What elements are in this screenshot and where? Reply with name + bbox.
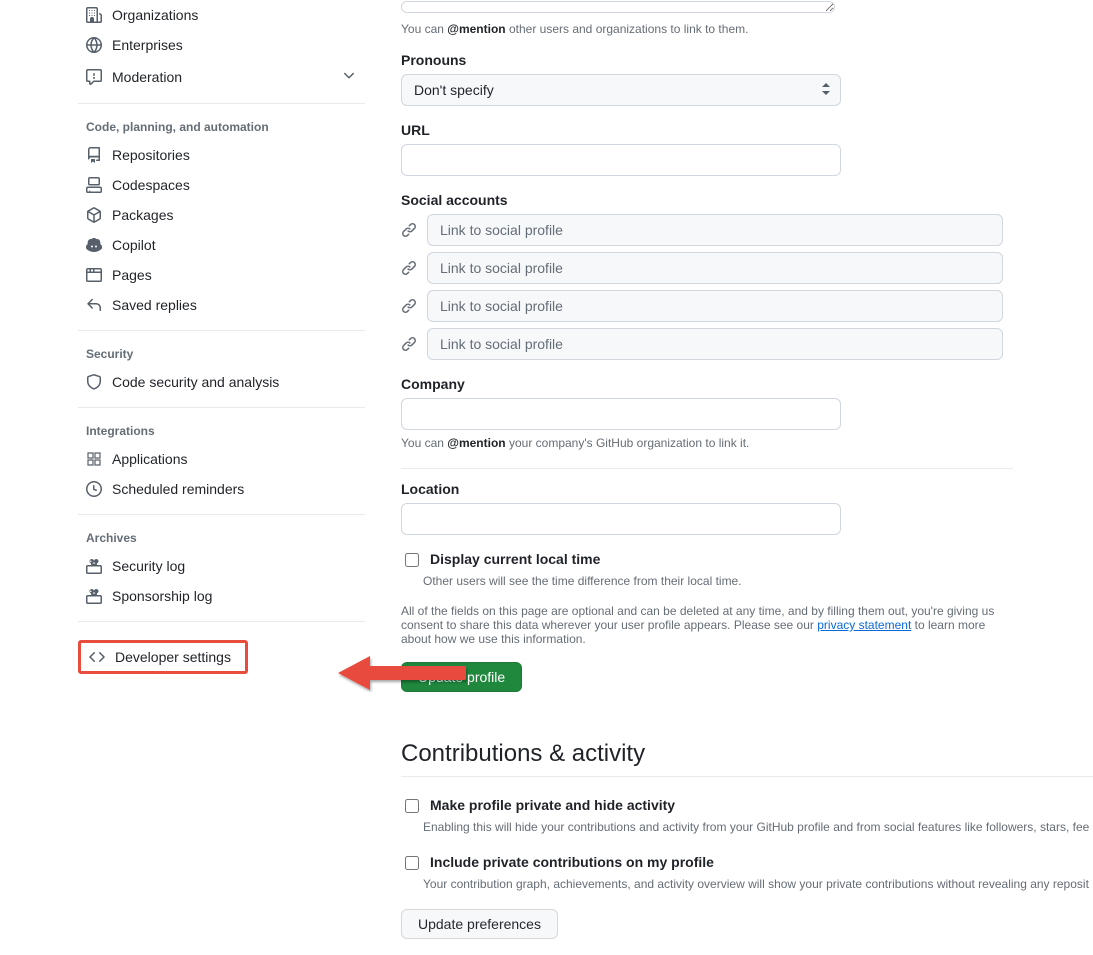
social-input-4[interactable] bbox=[427, 328, 1003, 360]
sidebar-item-developer-settings[interactable]: Developer settings bbox=[81, 643, 245, 671]
location-input[interactable] bbox=[401, 503, 841, 535]
sidebar-item-label: Applications bbox=[112, 451, 188, 467]
section-title-archives: Archives bbox=[78, 523, 365, 551]
company-label: Company bbox=[401, 376, 1093, 392]
bio-textarea[interactable] bbox=[401, 1, 835, 13]
divider bbox=[78, 330, 365, 331]
link-icon bbox=[401, 298, 417, 314]
divider bbox=[78, 514, 365, 515]
sidebar-item-security-log[interactable]: Security log bbox=[78, 551, 365, 581]
package-icon bbox=[86, 207, 102, 223]
social-input-1[interactable] bbox=[427, 214, 1003, 246]
private-profile-desc: Enabling this will hide your contributio… bbox=[423, 820, 1093, 834]
update-profile-button[interactable]: Update profile bbox=[401, 662, 522, 692]
sidebar-item-codespaces[interactable]: Codespaces bbox=[78, 170, 365, 200]
link-icon bbox=[401, 336, 417, 352]
section-title-security: Security bbox=[78, 339, 365, 367]
profile-form: You can @mention other users and organiz… bbox=[365, 0, 1093, 955]
url-label: URL bbox=[401, 122, 1093, 138]
sidebar-item-moderation[interactable]: Moderation bbox=[78, 60, 365, 93]
private-contrib-checkbox[interactable] bbox=[405, 856, 419, 870]
private-contrib-desc: Your contribution graph, achievements, a… bbox=[423, 877, 1093, 891]
sidebar-item-label: Enterprises bbox=[112, 37, 183, 53]
highlight-box: Developer settings bbox=[78, 640, 248, 674]
divider bbox=[401, 468, 1013, 469]
sidebar-item-label: Security log bbox=[112, 558, 185, 574]
social-row bbox=[401, 252, 1007, 284]
report-icon bbox=[86, 69, 102, 85]
log-icon bbox=[86, 558, 102, 574]
private-contrib-label: Include private contributions on my prof… bbox=[430, 854, 714, 870]
log-icon bbox=[86, 588, 102, 604]
divider bbox=[78, 103, 365, 104]
sidebar-item-label: Saved replies bbox=[112, 297, 197, 313]
reply-icon bbox=[86, 297, 102, 313]
localtime-desc: Other users will see the time difference… bbox=[423, 574, 1093, 588]
sidebar-item-label: Pages bbox=[112, 267, 152, 283]
private-profile-label: Make profile private and hide activity bbox=[430, 797, 675, 813]
sidebar-item-label: Repositories bbox=[112, 147, 190, 163]
settings-sidebar: Organizations Enterprises Moderation Cod… bbox=[0, 0, 365, 955]
pronouns-select[interactable]: Don't specify bbox=[401, 74, 841, 106]
link-icon bbox=[401, 260, 417, 276]
bio-note: You can @mention other users and organiz… bbox=[401, 22, 1093, 36]
company-input[interactable] bbox=[401, 398, 841, 430]
code-icon bbox=[89, 649, 105, 665]
social-row bbox=[401, 328, 1007, 360]
browser-icon bbox=[86, 267, 102, 283]
social-row bbox=[401, 214, 1007, 246]
localtime-label: Display current local time bbox=[430, 551, 600, 567]
privacy-link[interactable]: privacy statement bbox=[817, 618, 911, 632]
update-preferences-button[interactable]: Update preferences bbox=[401, 909, 558, 939]
sidebar-item-sponsorship-log[interactable]: Sponsorship log bbox=[78, 581, 365, 611]
private-profile-checkbox[interactable] bbox=[405, 799, 419, 813]
sidebar-item-label: Moderation bbox=[112, 69, 182, 85]
organization-icon bbox=[86, 7, 102, 23]
sidebar-item-label: Codespaces bbox=[112, 177, 190, 193]
link-icon bbox=[401, 222, 417, 238]
chevron-down-icon bbox=[341, 67, 357, 86]
localtime-checkbox[interactable] bbox=[405, 553, 419, 567]
location-label: Location bbox=[401, 481, 1093, 497]
url-input[interactable] bbox=[401, 144, 841, 176]
contributions-heading: Contributions & activity bbox=[401, 740, 1093, 777]
disclosure-text: All of the fields on this page are optio… bbox=[401, 604, 1006, 646]
sidebar-item-pages[interactable]: Pages bbox=[78, 260, 365, 290]
pronouns-label: Pronouns bbox=[401, 52, 1093, 68]
sidebar-item-label: Sponsorship log bbox=[112, 588, 212, 604]
shield-icon bbox=[86, 374, 102, 390]
sidebar-item-repositories[interactable]: Repositories bbox=[78, 140, 365, 170]
social-input-2[interactable] bbox=[427, 252, 1003, 284]
sidebar-item-applications[interactable]: Applications bbox=[78, 444, 365, 474]
social-input-3[interactable] bbox=[427, 290, 1003, 322]
section-title-code: Code, planning, and automation bbox=[78, 112, 365, 140]
repo-icon bbox=[86, 147, 102, 163]
sidebar-item-label: Copilot bbox=[112, 237, 156, 253]
sidebar-item-label: Packages bbox=[112, 207, 173, 223]
apps-icon bbox=[86, 451, 102, 467]
sidebar-item-label: Developer settings bbox=[115, 649, 231, 665]
copilot-icon bbox=[86, 237, 102, 253]
social-row bbox=[401, 290, 1007, 322]
sidebar-item-copilot[interactable]: Copilot bbox=[78, 230, 365, 260]
section-title-integrations: Integrations bbox=[78, 416, 365, 444]
codespaces-icon bbox=[86, 177, 102, 193]
globe-icon bbox=[86, 37, 102, 53]
sidebar-item-packages[interactable]: Packages bbox=[78, 200, 365, 230]
sidebar-item-label: Organizations bbox=[112, 7, 198, 23]
social-label: Social accounts bbox=[401, 192, 1007, 208]
clock-icon bbox=[86, 481, 102, 497]
sidebar-item-enterprises[interactable]: Enterprises bbox=[78, 30, 365, 60]
divider bbox=[78, 621, 365, 622]
sidebar-item-label: Scheduled reminders bbox=[112, 481, 244, 497]
sidebar-item-saved-replies[interactable]: Saved replies bbox=[78, 290, 365, 320]
sidebar-item-code-security[interactable]: Code security and analysis bbox=[78, 367, 365, 397]
sidebar-item-organizations[interactable]: Organizations bbox=[78, 0, 365, 30]
sidebar-item-scheduled-reminders[interactable]: Scheduled reminders bbox=[78, 474, 365, 504]
divider bbox=[78, 407, 365, 408]
sidebar-item-label: Code security and analysis bbox=[112, 374, 279, 390]
company-note: You can @mention your company's GitHub o… bbox=[401, 436, 1093, 450]
